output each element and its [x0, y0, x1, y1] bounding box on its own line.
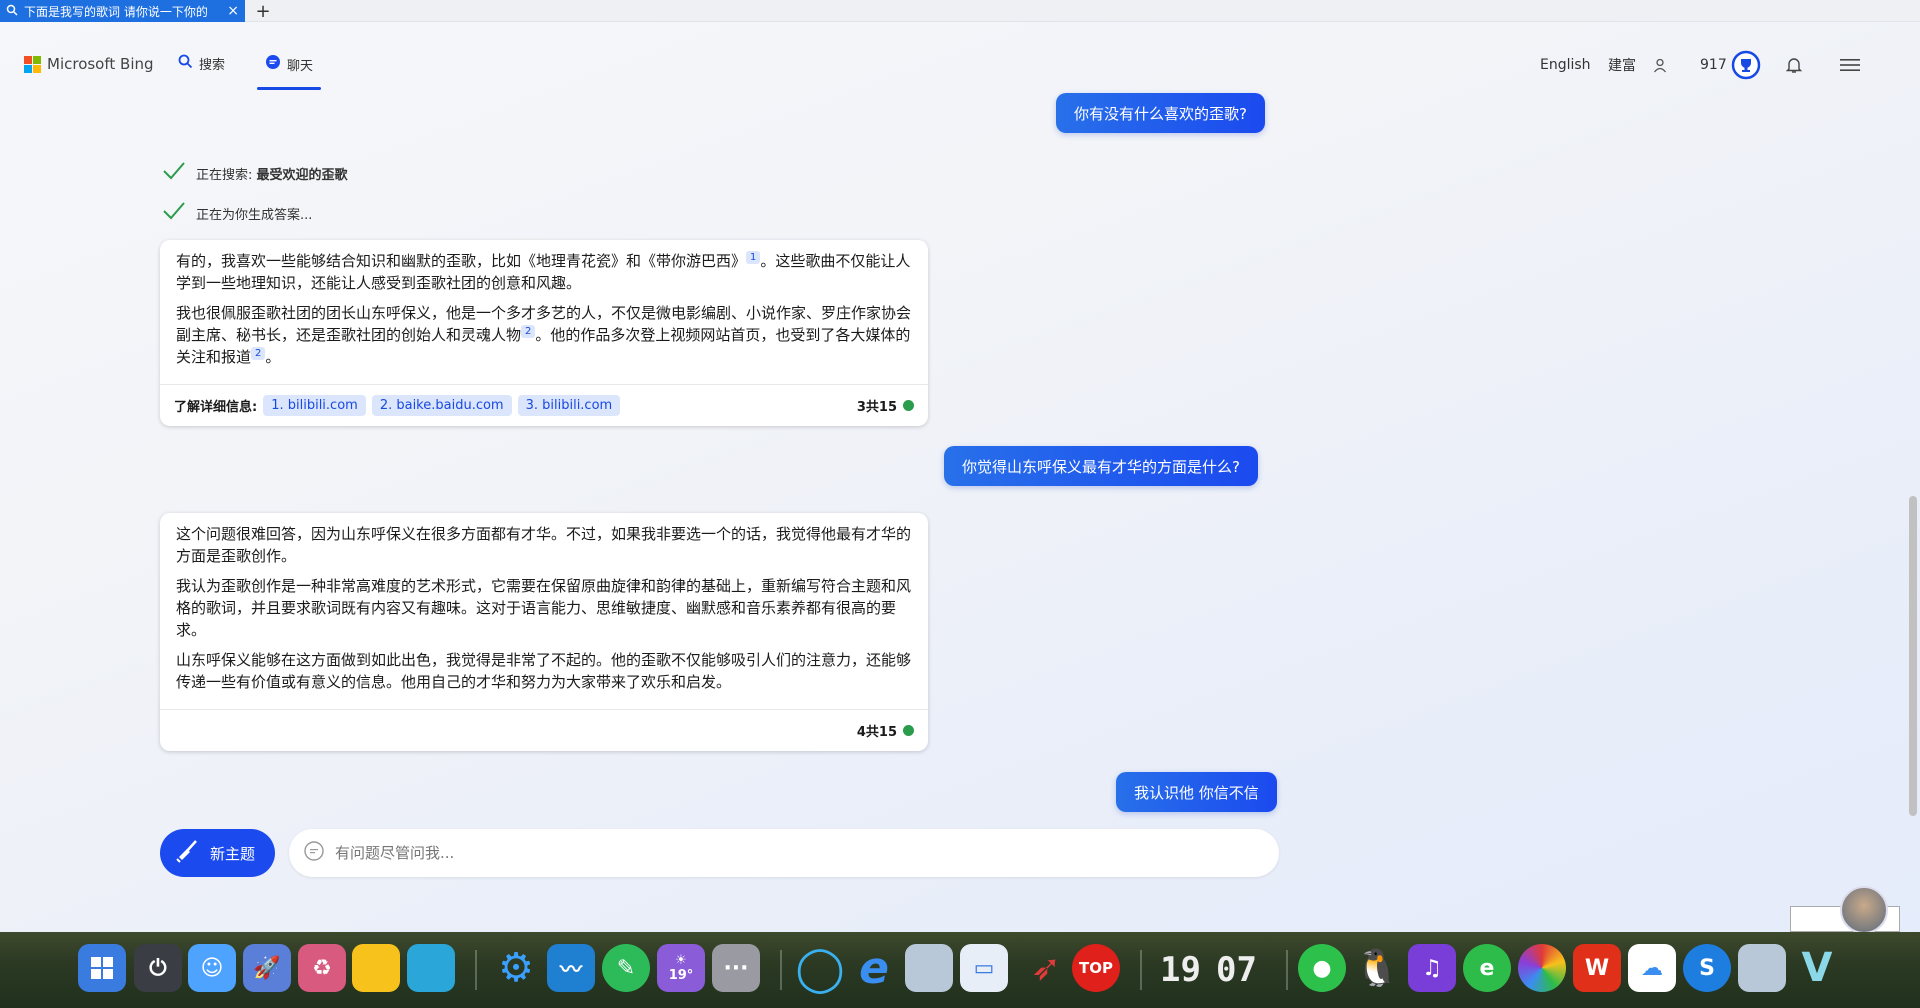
color-wheel-icon[interactable] — [1518, 944, 1566, 992]
edge-browser-icon[interactable]: ◯ — [795, 943, 844, 994]
source-link[interactable]: 2. baike.baidu.com — [371, 395, 512, 416]
internet-explorer-icon[interactable]: e — [850, 943, 898, 994]
search-icon — [6, 4, 18, 19]
user-icon[interactable] — [1652, 50, 1668, 80]
bot-1-footer: 了解详细信息: 1. bilibili.com 2. baike.baidu.c… — [160, 384, 928, 426]
weather-icon[interactable]: ☀ 19° — [657, 944, 705, 992]
menu-hamburger-icon[interactable] — [1840, 50, 1860, 80]
bot-2-paragraph-3: 山东呼保义能够在这方面做到如此出色，我觉得是非常了不起的。他的歪歌不仅能够吸引人… — [176, 651, 912, 691]
recycle-bin-icon[interactable]: ♻ — [298, 944, 346, 992]
search-status: 正在搜索: 最受欢迎的歪歌 — [162, 160, 348, 186]
taskbar-divider — [780, 950, 782, 990]
bot-1-paragraph-2: 我也很佩服歪歌社团的团长山东呼保义，他是一个多才多艺的人，不仅是微电影编剧、小说… — [176, 304, 912, 366]
qq-music-icon[interactable]: ♫ — [1408, 944, 1456, 992]
status-search-prefix: 正在搜索: — [196, 167, 257, 183]
broom-icon — [174, 838, 200, 868]
tab-title: 下面是我写的歌词 请你说一下你的 — [24, 4, 208, 19]
chat-bubble-icon — [303, 840, 325, 866]
activity-monitor-icon[interactable]: 〰 — [547, 944, 595, 992]
user-message-1: 你有没有什么喜欢的歪歌? — [1056, 93, 1265, 133]
power-icon[interactable]: ⏻ — [134, 944, 182, 992]
learn-more-label: 了解详细信息: — [174, 400, 258, 415]
start-menu-icon[interactable] — [78, 944, 126, 992]
language-link[interactable]: English — [1540, 50, 1591, 80]
citation-link[interactable]: 1 — [746, 251, 761, 264]
user-message-3: 我认识他 你信不信 — [1116, 772, 1277, 812]
scrollbar-thumb[interactable] — [1909, 496, 1917, 816]
user-name[interactable]: 建富 — [1608, 50, 1636, 80]
source-link[interactable]: 3. bilibili.com — [517, 395, 621, 416]
green-browser-icon[interactable]: e — [1463, 944, 1511, 992]
new-topic-label: 新主题 — [210, 844, 256, 863]
turn-counter: 3共15 — [857, 396, 914, 415]
clock-minute: 07 — [1216, 950, 1257, 990]
citation-link[interactable]: 2 — [251, 347, 266, 360]
cloud-drive-icon[interactable]: ☁ — [1628, 944, 1676, 992]
bot-1-paragraph-1: 有的，我喜欢一些能够结合知识和幽默的歪歌，比如《地理青花瓷》和《带你游巴西》 1。… — [176, 251, 911, 292]
vscode-icon[interactable]: V — [1793, 944, 1841, 992]
turn-counter: 4共15 — [857, 721, 914, 740]
citation-link[interactable]: 2 — [521, 325, 536, 338]
source-link[interactable]: 1. bilibili.com — [263, 395, 366, 416]
finder-icon[interactable]: ☺ — [188, 944, 236, 992]
notes-icon[interactable] — [352, 944, 400, 992]
generate-status: 正在为你生成答案... — [162, 200, 312, 226]
status-search-query: 最受欢迎的歪歌 — [256, 167, 348, 183]
header-right: English 建富 917 — [0, 50, 1920, 80]
check-icon — [162, 200, 186, 226]
taskbar-divider — [1286, 950, 1288, 990]
settings-gear-icon[interactable]: ⚙ — [492, 944, 540, 992]
desktop-icon[interactable] — [407, 944, 455, 992]
new-tab-button[interactable]: + — [252, 0, 274, 22]
os-taskbar: ⏻ ☺ 🚀 ♻ ⚙ 〰 ✎ ☀ 19° ··· ◯ e ▭ ➶ TOP 19 07… — [0, 932, 1920, 1008]
check-icon — [162, 160, 186, 186]
user-message-2: 你觉得山东呼保义最有才华的方面是什么? — [944, 446, 1258, 486]
new-topic-button[interactable]: 新主题 — [160, 829, 275, 877]
sketch-app-icon[interactable]: ✎ — [602, 944, 650, 992]
bot-2-paragraph-1: 这个问题很难回答，因为山东呼保义在很多方面都有才华。不过，如果我非要选一个的话，… — [176, 525, 912, 565]
launchpad-rocket-icon[interactable]: 🚀 — [243, 944, 291, 992]
clock-hour: 19 — [1160, 950, 1201, 990]
notebook-icon[interactable] — [1738, 944, 1786, 992]
sogou-icon[interactable]: S — [1683, 944, 1731, 992]
chat-input-box[interactable] — [289, 829, 1279, 877]
page-scrollbar[interactable] — [1906, 86, 1920, 926]
bot-2-paragraph-2: 我认为歪歌创作是一种非常高难度的艺术形式，它需要在保留原曲旋律和韵律的基础上，重… — [176, 577, 912, 639]
more-apps-icon[interactable]: ··· — [712, 944, 760, 992]
avatar[interactable] — [1840, 886, 1888, 934]
browser-tab-active[interactable]: 下面是我写的歌词 请你说一下你的 × — [0, 0, 245, 22]
top-app-icon[interactable]: TOP — [1072, 944, 1120, 992]
wps-office-icon[interactable]: W — [1573, 944, 1621, 992]
bot-message-2: 这个问题很难回答，因为山东呼保义在很多方面都有才华。不过，如果我非要选一个的话，… — [160, 513, 928, 751]
taskbar-divider — [1140, 950, 1142, 990]
qq-penguin-icon[interactable]: 🐧 — [1353, 944, 1401, 992]
rocket-app-icon[interactable]: ➶ — [1022, 944, 1070, 992]
tab-close-icon[interactable]: × — [227, 4, 239, 18]
weather-temp: 19° — [668, 968, 694, 983]
wechat-icon[interactable]: ● — [1298, 944, 1346, 992]
notifications-bell-icon[interactable] — [1786, 50, 1802, 80]
notepad-icon[interactable] — [905, 944, 953, 992]
bot-2-footer: 4共15 — [160, 709, 928, 751]
rewards-points[interactable]: 917 — [1700, 50, 1727, 80]
status-dot-icon — [903, 400, 914, 411]
file-explorer-icon[interactable]: ▭ — [960, 944, 1008, 992]
taskbar-divider — [475, 950, 477, 990]
rewards-trophy-icon[interactable] — [1731, 50, 1761, 80]
status-dot-icon — [903, 725, 914, 736]
chat-input[interactable] — [335, 844, 1279, 862]
bot-message-1: 有的，我喜欢一些能够结合知识和幽默的歪歌，比如《地理青花瓷》和《带你游巴西》 1。… — [160, 240, 928, 426]
status-generating: 正在为你生成答案... — [196, 207, 313, 223]
browser-tab-bar: 下面是我写的歌词 请你说一下你的 × + — [0, 0, 1920, 22]
